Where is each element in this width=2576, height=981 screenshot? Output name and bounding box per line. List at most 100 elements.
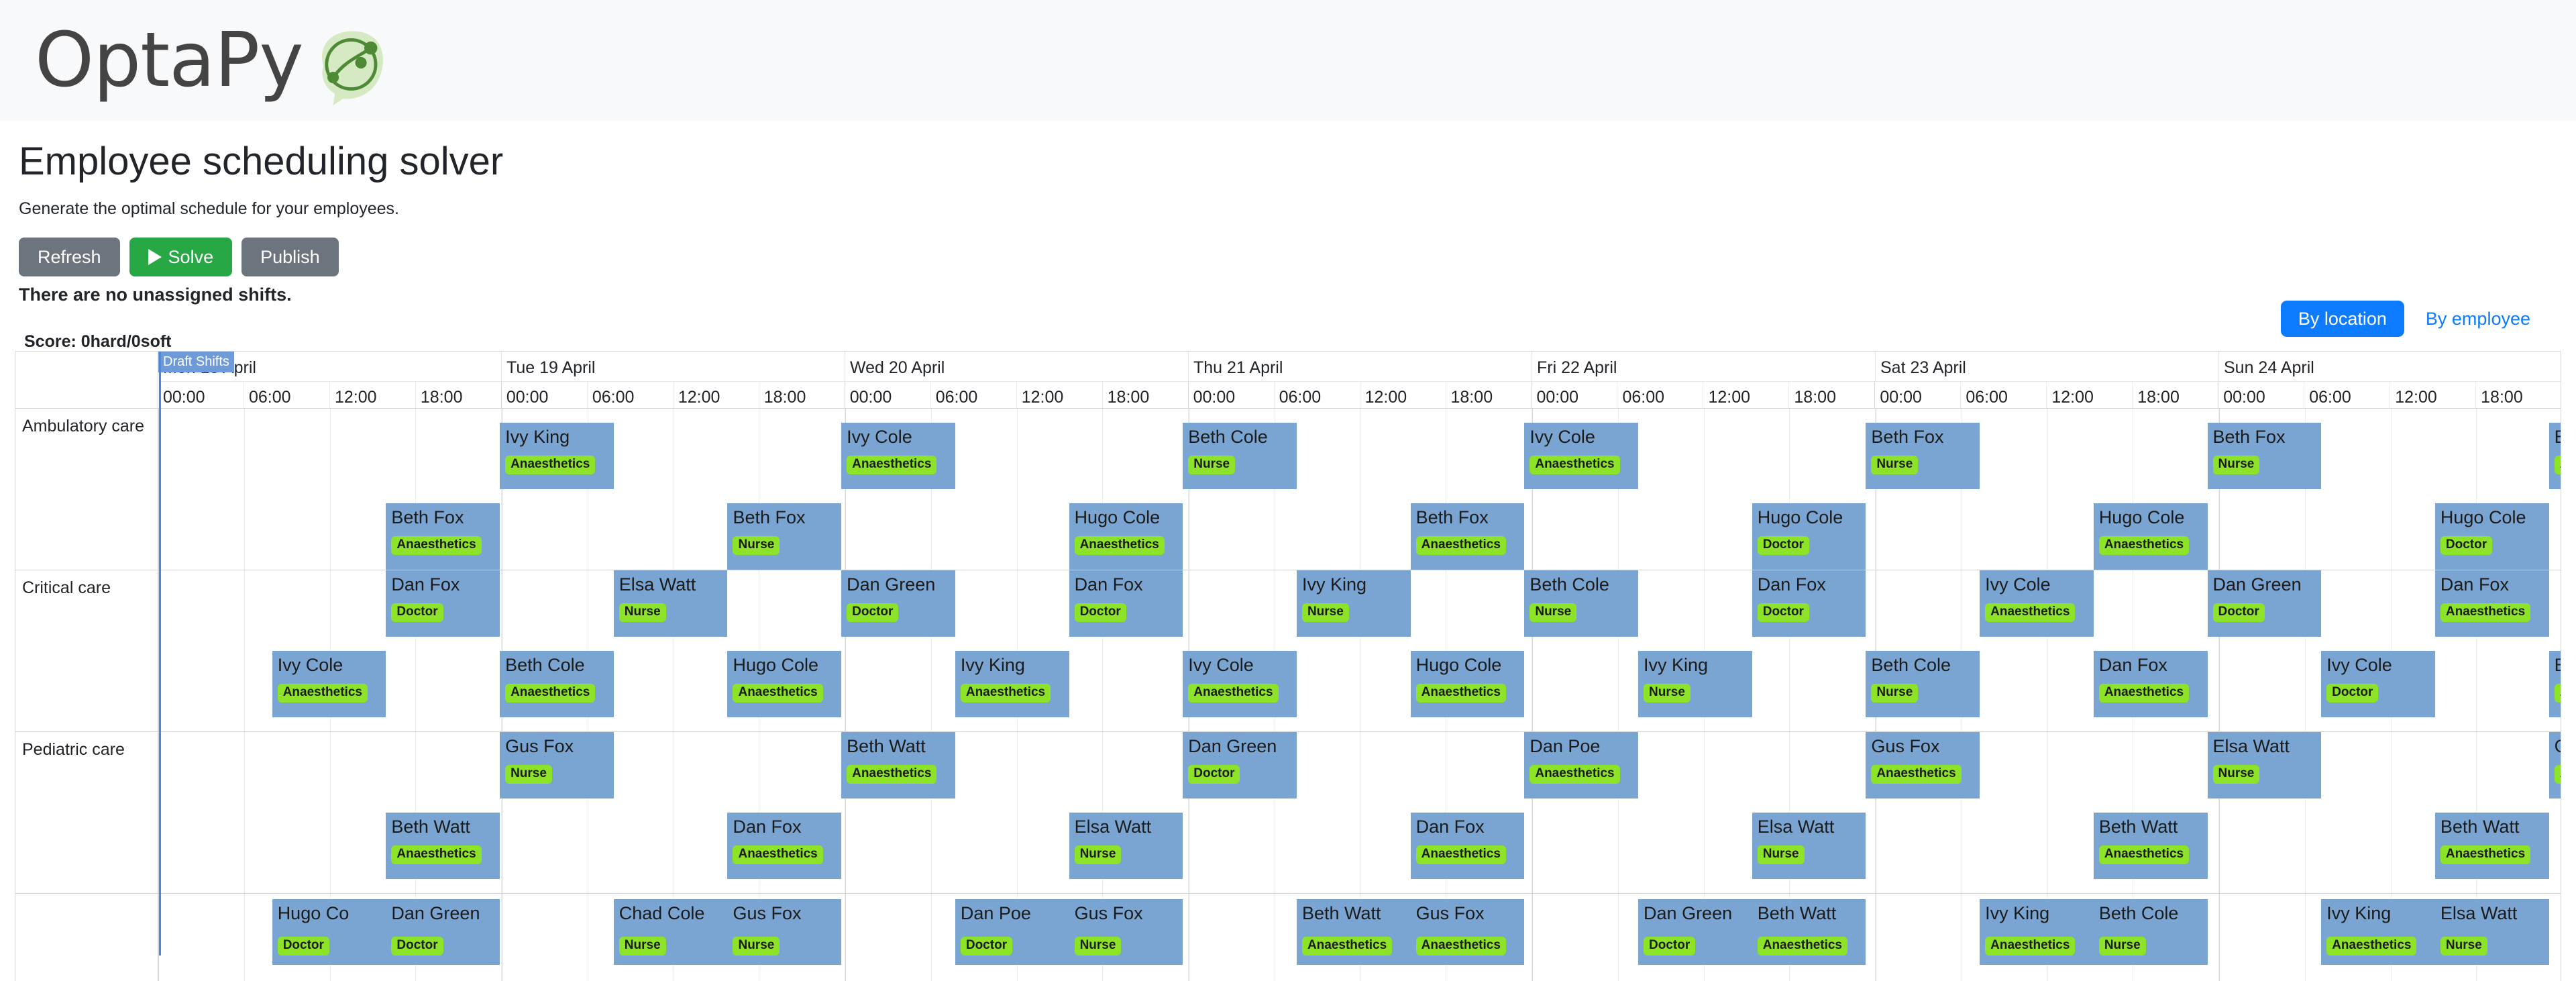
schedule-grid[interactable]: Mon 18 April Tue 19 April Wed 20 April Thu … (15, 351, 2561, 981)
shift-block[interactable]: Hugo Cole Doctor (2434, 503, 2549, 570)
shift-skill-wrap: Anaesthetics (847, 456, 937, 474)
shift-block[interactable]: Beth Fox Anaesthetics (1410, 503, 1525, 570)
shift-block[interactable]: Dan Fox Anaesthetics (727, 813, 842, 879)
shift-block[interactable]: Gus Fox Anaesthetics (1410, 899, 1525, 965)
shift-block[interactable]: Ivy Cole Anaesthetics (272, 651, 386, 717)
shift-block[interactable]: Dan Green Doctor (1183, 732, 1297, 798)
shift-block[interactable]: Dan Fox Doctor (386, 570, 500, 637)
shift-block[interactable]: Gus Fox Nurse (727, 899, 842, 965)
shift-skill-wrap: Nurse (619, 937, 666, 956)
shift-skill-wrap: Anaesthetics (1985, 937, 2076, 956)
shift-skill-wrap: Nurse (619, 603, 666, 622)
shift-block[interactable]: Dan Poe Doctor (955, 899, 1069, 965)
shift-block[interactable]: Ivy King Anaesthetics (500, 423, 614, 489)
shift-block[interactable]: Elsa Watt Nurse (1752, 813, 1866, 879)
shift-block[interactable]: Beth Fox Anaesthetics (2548, 423, 2561, 489)
shift-skill-tag: Nurse (1871, 456, 1919, 474)
shift-block[interactable]: Hugo Cole Anaesthetics (1069, 503, 1183, 570)
shift-block[interactable]: Hugo Cole Anaesthetics (1410, 651, 1525, 717)
shift-block[interactable]: Gus Fox Nurse (500, 732, 614, 798)
shift-block[interactable]: Elsa Watt Nurse (2434, 899, 2549, 965)
shift-block[interactable]: Beth Cole Anaesthetics (2548, 651, 2561, 717)
shift-block[interactable]: Gus Fox Nurse (1069, 899, 1183, 965)
schedule-lane[interactable]: Gus Fox Nurse Beth Watt Anaesthetics Beth Wa… (158, 732, 2561, 893)
shift-block[interactable]: Gus Fox Anaesthetics (1866, 732, 1980, 798)
shift-block[interactable]: Beth Fox Nurse (2207, 423, 2322, 489)
shift-skill-tag: Anaesthetics (1188, 683, 1279, 703)
shift-employee-name: Dan Poe (960, 903, 1031, 923)
shift-block[interactable]: Dan Fox Anaesthetics (2093, 651, 2208, 717)
shift-block[interactable]: Ivy Cole Anaesthetics (1524, 423, 1639, 489)
shift-block[interactable]: Ivy King Anaesthetics (1980, 899, 2094, 965)
shift-block[interactable]: Dan Green Doctor (386, 899, 500, 965)
shift-block[interactable]: Beth Cole Nurse (1524, 570, 1639, 637)
schedule-lane[interactable]: Hugo Co Doctor Dan Green Doctor Chad Cole Nur… (158, 894, 2561, 981)
shift-block[interactable]: Beth Cole Nurse (1866, 651, 1980, 717)
shift-skill-wrap: Anaesthetics (2554, 764, 2561, 784)
shift-block[interactable]: Beth Fox Nurse (727, 503, 842, 570)
shift-block[interactable]: Dan Green Doctor (2207, 570, 2322, 637)
shift-employee-name: Ivy King (1301, 574, 1366, 595)
shift-block[interactable]: Ivy King Nurse (1638, 651, 1752, 717)
shift-block[interactable]: Beth Cole Nurse (2093, 899, 2208, 965)
shift-skill-tag: Anaesthetics (1985, 603, 2076, 622)
shift-employee-name: Dan Fox (733, 817, 802, 837)
tab-by-location[interactable]: By location (2280, 301, 2404, 338)
shift-employee-name: Elsa Watt (2440, 903, 2518, 923)
page-subtitle: Generate the optimal schedule for your e… (19, 199, 399, 218)
shift-block[interactable]: Ivy King Nurse (1296, 570, 1411, 637)
location-row: Pediatric care Gus Fox Nurse Beth Watt Anaes… (15, 731, 2561, 893)
shift-skill-tag: Nurse (619, 603, 666, 622)
shift-employee-name: Beth Cole (505, 655, 585, 675)
refresh-button[interactable]: Refresh (19, 237, 120, 277)
shift-block[interactable]: Hugo Cole Anaesthetics (2093, 503, 2208, 570)
shift-block[interactable]: Dan Fox Doctor (1069, 570, 1183, 637)
shift-block[interactable]: Dan Poe Anaesthetics (1524, 732, 1639, 798)
shift-employee-name: Dan Fox (2098, 655, 2167, 675)
shift-skill-tag: Anaesthetics (277, 683, 368, 703)
shift-skill-wrap: Anaesthetics (391, 845, 482, 864)
shift-block[interactable]: Gus Fox Anaesthetics (2548, 732, 2561, 798)
shift-block[interactable]: Beth Watt Anaesthetics (1752, 899, 1866, 965)
shift-block[interactable]: Beth Fox Nurse (1866, 423, 1980, 489)
shift-block[interactable]: Beth Fox Anaesthetics (386, 503, 500, 570)
shift-block[interactable]: Dan Fox Doctor (1752, 570, 1866, 637)
hour-tick: 06:00 (1961, 381, 2047, 408)
shift-block[interactable]: Chad Cole Nurse (613, 899, 728, 965)
shift-block[interactable]: Dan Fox Anaesthetics (1410, 813, 1525, 879)
schedule-lane[interactable]: Ivy King Anaesthetics Beth Fox Anaesthetics… (158, 409, 2561, 570)
location-label: Pediatric care (15, 732, 158, 893)
shift-block[interactable]: Dan Green Doctor (841, 570, 955, 637)
shift-block[interactable]: Beth Watt Anaesthetics (2093, 813, 2208, 879)
solve-button[interactable]: Solve (129, 237, 233, 277)
shift-block[interactable]: Hugo Cole Anaesthetics (727, 651, 842, 717)
shift-block[interactable]: Ivy Cole Anaesthetics (841, 423, 955, 489)
shift-block[interactable]: Beth Watt Anaesthetics (386, 813, 500, 879)
shift-block[interactable]: Ivy Cole Anaesthetics (1980, 570, 2094, 637)
shift-block[interactable]: Ivy Cole Doctor (2321, 651, 2435, 717)
shift-skill-wrap: Anaesthetics (1301, 937, 1393, 956)
shift-employee-name: Beth Fox (1415, 507, 1489, 528)
gridline (245, 409, 331, 570)
shift-block[interactable]: Ivy Cole Anaesthetics (1183, 651, 1297, 717)
shift-skill-wrap: Nurse (1074, 845, 1122, 864)
shift-block[interactable]: Beth Cole Anaesthetics (500, 651, 614, 717)
shift-block[interactable]: Hugo Cole Doctor (1752, 503, 1866, 570)
shift-block[interactable]: Dan Fox Anaesthetics (2434, 570, 2549, 637)
shift-block[interactable]: Beth Watt Anaesthetics (2434, 813, 2549, 879)
shift-block[interactable]: Beth Watt Anaesthetics (841, 732, 955, 798)
shift-block[interactable]: Ivy King Anaesthetics (955, 651, 1069, 717)
shift-block[interactable]: Beth Watt Anaesthetics (1296, 899, 1411, 965)
publish-button[interactable]: Publish (241, 237, 339, 277)
shift-block[interactable]: Dan Green Doctor (1638, 899, 1752, 965)
shift-skill-wrap: Doctor (1757, 536, 1809, 555)
shift-block[interactable]: Ivy King Anaesthetics (2321, 899, 2435, 965)
shift-block[interactable]: Elsa Watt Nurse (613, 570, 728, 637)
schedule-lane[interactable]: Dan Fox Doctor Ivy Cole Anaesthetics Elsa Wa… (158, 570, 2561, 731)
shift-block[interactable]: Beth Cole Nurse (1183, 423, 1297, 489)
shift-block[interactable]: Elsa Watt Nurse (2207, 732, 2322, 798)
shift-block[interactable]: Hugo Co Doctor (272, 899, 386, 965)
tab-by-employee[interactable]: By employee (2408, 301, 2548, 337)
shift-block[interactable]: Elsa Watt Nurse (1069, 813, 1183, 879)
shift-employee-name: Beth Cole (1188, 427, 1268, 448)
